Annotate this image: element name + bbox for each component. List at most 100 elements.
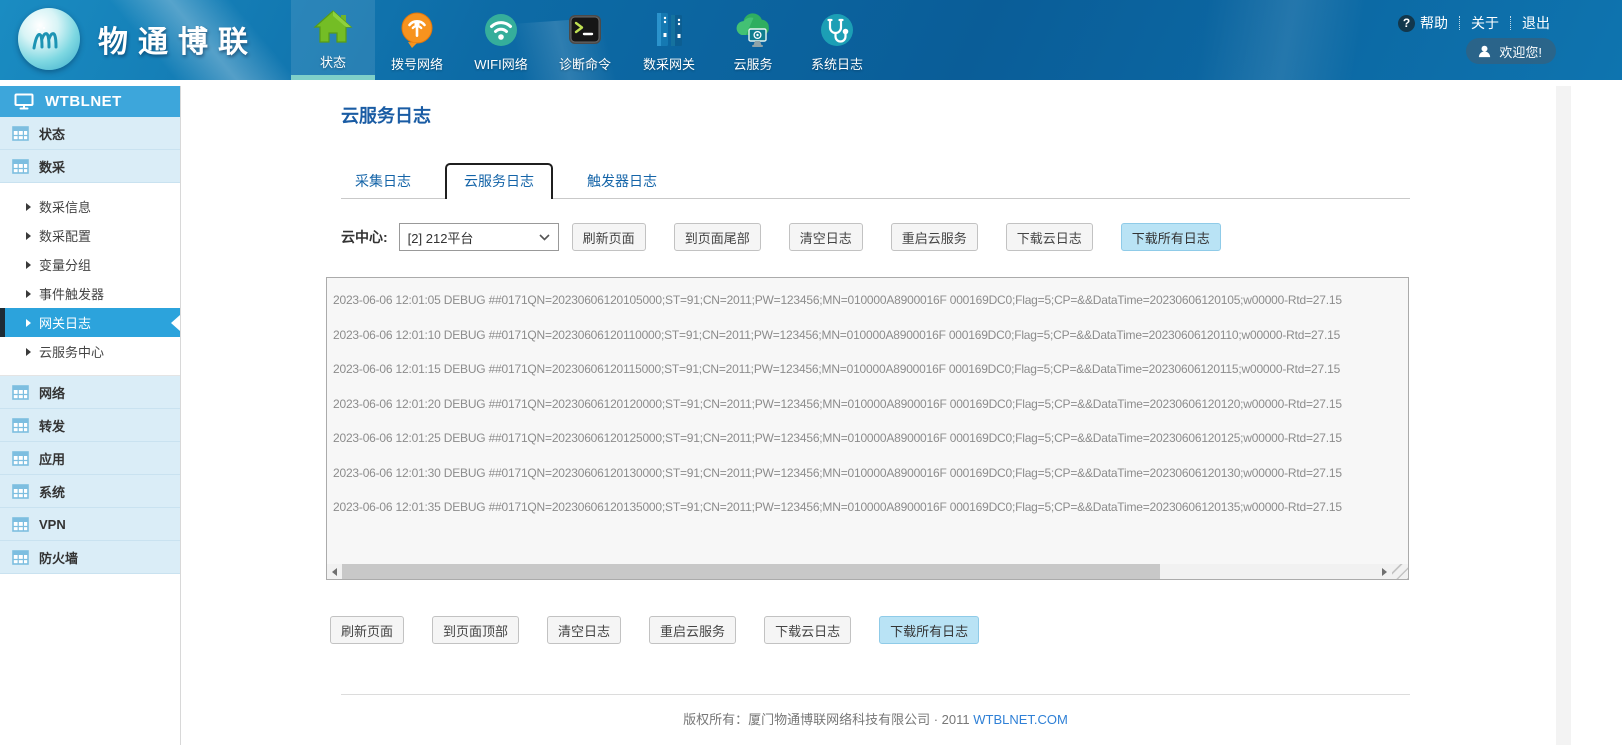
page: 物通博联 状态 xyxy=(0,0,1622,745)
footer: 版权所有：厦门物通博联网络科技有限公司 · 2011 WTBLNET.COM xyxy=(341,709,1410,728)
sidebar-item-label: 状态 xyxy=(39,124,65,143)
download-cloud-log-button[interactable]: 下载云日志 xyxy=(1006,223,1093,251)
sidebar-subitem-collect-config[interactable]: 数采配置 xyxy=(0,221,180,250)
sidebar-item-network[interactable]: 网络 xyxy=(0,376,180,409)
header-links: ? 帮助 关于 退出 xyxy=(1398,13,1550,33)
caret-right-icon xyxy=(26,319,31,327)
terminal-icon xyxy=(562,7,608,53)
sidebar-subitem-label: 数采配置 xyxy=(39,226,91,245)
resize-grip[interactable] xyxy=(1392,564,1408,579)
horizontal-scrollbar[interactable] xyxy=(327,564,1392,579)
nav-item-status[interactable]: 状态 xyxy=(291,0,375,80)
sidebar-item-label: VPN xyxy=(39,517,66,532)
nav-label: WIFI网络 xyxy=(474,54,527,73)
log-viewer[interactable]: 2023-06-06 12:01:05 DEBUG ##0171QN=20230… xyxy=(326,277,1409,580)
restart-cloud-service-button[interactable]: 重启云服务 xyxy=(891,223,978,251)
dial-network-icon xyxy=(394,7,440,53)
about-label: 关于 xyxy=(1471,13,1499,33)
nav-item-data-gateway[interactable]: 数采网关 xyxy=(627,0,711,80)
home-icon xyxy=(310,5,356,51)
sidebar-subitem-cloud-center[interactable]: 云服务中心 xyxy=(0,337,180,366)
sidebar-item-firewall[interactable]: 防火墙 xyxy=(0,541,180,574)
cloud-center-label: 云中心: xyxy=(341,227,388,247)
brand: 物通博联 xyxy=(18,8,258,70)
sidebar-item-forwarding[interactable]: 转发 xyxy=(0,409,180,442)
sidebar-subitem-label: 变量分组 xyxy=(39,255,91,274)
tab-trigger-log[interactable]: 触发器日志 xyxy=(573,165,671,198)
brand-name: 物通博联 xyxy=(98,17,258,61)
globe-m-glyph xyxy=(29,24,69,54)
footer-divider xyxy=(341,694,1410,695)
nav-item-system-log[interactable]: 系统日志 xyxy=(795,0,879,80)
welcome-badge[interactable]: 欢迎您! xyxy=(1466,38,1556,64)
clear-log-button[interactable]: 清空日志 xyxy=(789,223,863,251)
restart-cloud-service-button-bottom[interactable]: 重启云服务 xyxy=(649,616,736,644)
scrollbar-track[interactable] xyxy=(342,564,1377,579)
question-icon: ? xyxy=(1398,15,1415,32)
scroll-left-arrow[interactable] xyxy=(327,564,342,579)
tab-cloud-service-log[interactable]: 云服务日志 xyxy=(445,163,553,199)
log-line: 2023-06-06 12:01:20 DEBUG ##0171QN=20230… xyxy=(333,387,1391,422)
sidebar-item-label: 网络 xyxy=(39,383,65,402)
chevron-down-icon xyxy=(539,234,550,241)
footer-link[interactable]: WTBLNET.COM xyxy=(973,712,1068,727)
help-link[interactable]: ? 帮助 xyxy=(1398,13,1448,33)
nav-label: 诊断命令 xyxy=(559,54,611,73)
logout-link[interactable]: 退出 xyxy=(1522,13,1550,33)
clear-log-button-bottom[interactable]: 清空日志 xyxy=(547,616,621,644)
sidebar-item-applications[interactable]: 应用 xyxy=(0,442,180,475)
sidebar-item-data-collection[interactable]: 数采 xyxy=(0,150,180,183)
page-title: 云服务日志 xyxy=(341,102,1410,128)
go-page-bottom-button[interactable]: 到页面尾部 xyxy=(674,223,761,251)
nav-item-wifi-network[interactable]: WIFI网络 xyxy=(459,0,543,80)
nav-item-dial-network[interactable]: 拨号网络 xyxy=(375,0,459,80)
log-line: 2023-06-06 12:01:10 DEBUG ##0171QN=20230… xyxy=(333,318,1391,353)
app-header: 物通博联 状态 xyxy=(0,0,1622,80)
sidebar-item-status[interactable]: 状态 xyxy=(0,117,180,150)
top-nav: 状态 拨号网络 xyxy=(291,0,879,80)
sidebar-item-label: 应用 xyxy=(39,449,65,468)
welcome-text: 欢迎您! xyxy=(1499,42,1542,61)
log-line: 2023-06-06 12:01:15 DEBUG ##0171QN=20230… xyxy=(333,352,1391,387)
download-all-logs-button[interactable]: 下载所有日志 xyxy=(1121,223,1221,251)
log-lines: 2023-06-06 12:01:05 DEBUG ##0171QN=20230… xyxy=(333,283,1391,563)
caret-right-icon xyxy=(26,348,31,356)
nav-label: 拨号网络 xyxy=(391,54,443,73)
cloud-service-icon xyxy=(730,7,776,53)
scrollbar-thumb[interactable] xyxy=(342,564,1160,579)
log-line: 2023-06-06 12:01:35 DEBUG ##0171QN=20230… xyxy=(333,490,1391,525)
stethoscope-icon xyxy=(814,7,860,53)
nav-item-cloud-service[interactable]: 云服务 xyxy=(711,0,795,80)
sidebar-item-system[interactable]: 系统 xyxy=(0,475,180,508)
table-icon xyxy=(12,484,29,499)
copyright-text: 版权所有：厦门物通博联网络科技有限公司 · 2011 xyxy=(683,712,970,727)
sidebar-subitem-variable-groups[interactable]: 变量分组 xyxy=(0,250,180,279)
tab-bar: 采集日志 云服务日志 触发器日志 xyxy=(341,162,1410,199)
table-icon xyxy=(12,451,29,466)
cloud-center-select[interactable]: [2] 212平台 xyxy=(399,223,559,251)
cloud-center-selected-value: [2] 212平台 xyxy=(408,228,474,247)
sidebar-subitem-collect-info[interactable]: 数采信息 xyxy=(0,192,180,221)
go-page-top-button[interactable]: 到页面顶部 xyxy=(432,616,519,644)
nav-item-diagnostic-command[interactable]: 诊断命令 xyxy=(543,0,627,80)
scroll-right-arrow[interactable] xyxy=(1377,564,1392,579)
sidebar-item-label: 防火墙 xyxy=(39,548,78,567)
sidebar-item-vpn[interactable]: VPN xyxy=(0,508,180,541)
sidebar-subitem-label: 数采信息 xyxy=(39,197,91,216)
about-link[interactable]: 关于 xyxy=(1471,13,1499,33)
sidebar-subitem-event-trigger[interactable]: 事件触发器 xyxy=(0,279,180,308)
refresh-page-button[interactable]: 刷新页面 xyxy=(572,223,646,251)
tab-collect-log[interactable]: 采集日志 xyxy=(341,165,425,198)
sidebar-subitem-gateway-log[interactable]: 网关日志 xyxy=(0,308,180,337)
page-scrollbar[interactable] xyxy=(1556,86,1571,745)
refresh-page-button-bottom[interactable]: 刷新页面 xyxy=(330,616,404,644)
main-layout: WTBLNET 状态 数采 xyxy=(0,86,1622,745)
download-all-logs-button-bottom[interactable]: 下载所有日志 xyxy=(879,616,979,644)
content-area: 云服务日志 采集日志 云服务日志 触发器日志 云中心: [2] 212平台 刷新… xyxy=(326,86,1410,728)
sidebar-subitem-label: 事件触发器 xyxy=(39,284,104,303)
sidebar: WTBLNET 状态 数采 xyxy=(0,86,181,745)
sidebar-subitem-label: 网关日志 xyxy=(39,313,91,332)
caret-right-icon xyxy=(26,232,31,240)
download-cloud-log-button-bottom[interactable]: 下载云日志 xyxy=(764,616,851,644)
brand-logo-icon xyxy=(18,8,80,70)
